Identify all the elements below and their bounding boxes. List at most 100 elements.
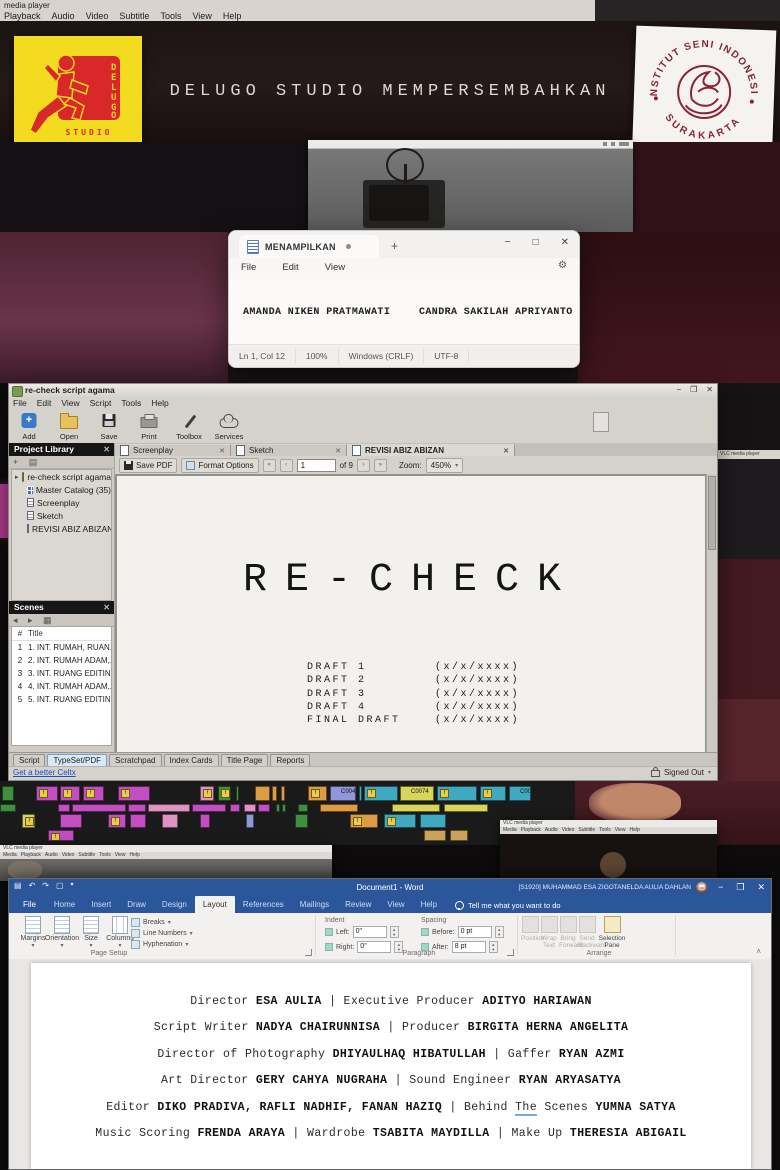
spinner[interactable]: ▲▼ [489,941,498,953]
ribbon-tab-references[interactable]: References [235,896,292,913]
restore-button[interactable]: ❐ [736,879,744,896]
ribbon-tab-insert[interactable]: Insert [83,896,119,913]
spinner[interactable]: ▲▼ [495,926,504,938]
get-better-celtx-link[interactable]: Get a better Celtx [13,768,76,777]
view-tab-scratchpad[interactable]: Scratchpad [109,754,161,767]
close-panel-icon[interactable]: ✕ [103,443,110,456]
toolbar-toolbox-button[interactable]: Toolbox [169,410,209,442]
timeline-clip[interactable] [192,804,226,812]
player-menu-subtitle[interactable]: Subtitle [119,11,149,21]
timeline-clip[interactable]: f [36,786,58,801]
signed-out-menu[interactable]: Signed Out▾ [651,768,711,777]
timeline-clip[interactable] [444,804,488,812]
timeline-clip[interactable] [58,804,70,812]
timeline-clip[interactable]: f [218,786,231,801]
indent-left-input[interactable]: 0" [353,926,387,938]
zoom-select[interactable]: 450%▾ [426,458,463,473]
player-menu-tools[interactable]: Tools [160,11,181,21]
minimize-button[interactable]: − [676,385,681,394]
timeline-clip[interactable] [255,786,270,801]
page-number-input[interactable]: 1 [297,459,336,472]
tree-root[interactable]: ▸re-check script agama [12,470,111,483]
timeline-clip[interactable] [60,814,82,828]
ribbon-selection-pane-button[interactable]: Selection Pane [597,916,627,949]
player-menu-help[interactable]: Help [223,11,242,21]
timeline-clip[interactable]: f [48,830,74,841]
project-library-tools[interactable]: + ▤ [9,456,114,469]
timeline-clip[interactable] [258,804,270,812]
close-panel-icon[interactable]: ✕ [103,601,110,614]
tree-item-master-catalog-35[interactable]: Master Catalog (35) [12,483,111,496]
doc-tab-sketch[interactable]: Sketch✕ [231,444,347,456]
page-setup-launcher-icon[interactable] [305,949,312,956]
timeline-clip[interactable]: f [437,786,477,801]
timeline-clip[interactable] [272,786,277,801]
timeline-clip[interactable]: f [480,786,506,801]
timeline-clip[interactable]: f [60,786,80,801]
timeline-clip[interactable] [230,804,240,812]
scene-row[interactable]: 44. INT. RUMAH ADAM,... [12,680,111,693]
timeline-clip[interactable] [281,786,285,801]
timeline-clip[interactable] [0,804,16,812]
doc-tab-screenplay[interactable]: Screenplay✕ [115,444,231,456]
timeline-clip[interactable] [298,804,308,812]
timeline-clip[interactable]: f [22,814,35,828]
notepad-editor[interactable]: AMANDA NIKEN PRATMAWATI CANDRA SAKILAH A… [229,279,579,345]
timeline-clip[interactable]: C0074 [400,786,434,801]
timeline-clip[interactable] [162,814,178,828]
notepad-menu-view[interactable]: View [325,262,345,273]
doc-tab-revisi-abiz-abizan[interactable]: REVISI ABIZ ABIZAN✕ [347,444,515,456]
close-tab-icon[interactable]: ✕ [503,447,509,455]
notepad-tab[interactable]: MENAMPILKAN [239,235,379,258]
timeline-clip[interactable] [72,804,126,812]
ribbon-tab-view[interactable]: View [379,896,412,913]
word-page[interactable]: Director ESA AULIA | Executive Producer … [31,963,751,1169]
prev-page-button[interactable]: ‹ [280,459,293,472]
spacing-before-input[interactable]: 0 pt [458,926,492,938]
timeline-clip[interactable]: f [200,786,214,801]
player-menu-audio[interactable]: Audio [52,11,75,21]
paragraph-launcher-icon[interactable] [507,949,514,956]
scene-row[interactable]: 55. INT. RUANG EDITIN... [12,693,111,706]
notepad-menu-file[interactable]: File [241,262,256,273]
timeline-clip[interactable] [246,814,254,828]
celtx-menu-tools[interactable]: Tools [121,398,141,408]
celtx-menu-help[interactable]: Help [151,398,168,408]
tree-item-revisi-abiz-abizan[interactable]: REVISI ABIZ ABIZAN [12,522,111,535]
settings-gear-icon[interactable]: ⚙ [558,260,567,271]
ribbon-tab-draw[interactable]: Draw [119,896,154,913]
timeline-clip[interactable] [282,804,286,812]
scene-row[interactable]: 11. INT. RUMAH, RUAN... [12,641,111,654]
timeline-clip[interactable]: C0045 [330,786,356,801]
timeline-clip[interactable] [148,804,190,812]
tree-item-screenplay[interactable]: Screenplay [12,496,111,509]
restore-button[interactable]: ❐ [690,385,697,394]
ribbon-line-numbers-button[interactable]: Line Numbers▾ [131,929,193,938]
scene-row[interactable]: 22. INT. RUMAH ADAM,... [12,654,111,667]
scrollbar-thumb[interactable] [708,476,716,550]
ribbon-hyphenation-button[interactable]: Hyphenation▾ [131,940,188,949]
player-menu-view[interactable]: View [192,11,211,21]
timeline-clip[interactable] [130,814,146,828]
view-tab-title-page[interactable]: Title Page [221,754,269,767]
scene-row[interactable]: 33. INT. RUANG EDITIN... [12,667,111,680]
timeline-clip[interactable]: f [308,786,327,801]
view-tab-reports[interactable]: Reports [270,754,310,767]
maximize-button[interactable]: □ [533,237,539,248]
celtx-menu-edit[interactable]: Edit [37,398,52,408]
new-tab-button[interactable]: + [391,239,398,253]
ribbon-tab-help[interactable]: Help [413,896,445,913]
view-tab-typeset-pdf[interactable]: TypeSet/PDF [47,754,107,767]
next-page-button[interactable]: › [357,459,370,472]
ribbon-tab-layout[interactable]: Layout [195,896,235,913]
close-button[interactable]: ✕ [757,879,765,896]
celtx-menu-view[interactable]: View [61,398,79,408]
timeline-clip[interactable] [424,830,446,841]
collapse-ribbon-icon[interactable]: ˄ [756,947,761,956]
ribbon-breaks-button[interactable]: Breaks▾ [131,918,171,927]
tree-item-sketch[interactable]: Sketch [12,509,111,522]
timeline-clip[interactable] [320,804,358,812]
tell-me-box[interactable]: Tell me what you want to do [455,901,561,913]
timeline-clip[interactable] [295,814,308,828]
toolbar-save-button[interactable]: Save [89,410,129,442]
